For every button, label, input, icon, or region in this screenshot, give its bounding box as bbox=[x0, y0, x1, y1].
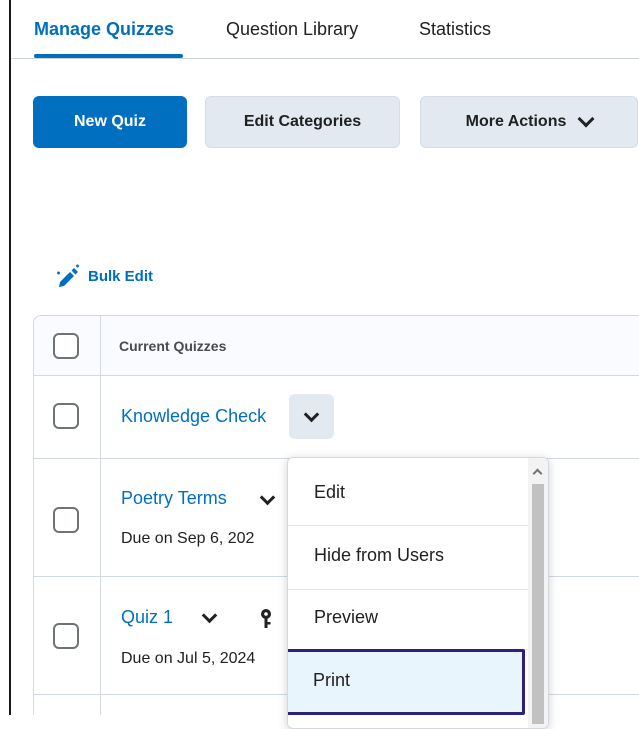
quiz-actions-menu: Edit Hide from Users Preview Print bbox=[287, 457, 549, 729]
more-actions-label: More Actions bbox=[465, 113, 567, 130]
row-checkbox-poetry-terms[interactable] bbox=[53, 507, 79, 533]
menu-item-edit[interactable]: Edit bbox=[288, 482, 528, 512]
tab-bar: Manage Quizzes Question Library Statisti… bbox=[11, 0, 639, 59]
menu-separator bbox=[288, 525, 528, 526]
menu-separator bbox=[288, 589, 528, 590]
row-checkbox-knowledge-check[interactable] bbox=[53, 403, 79, 429]
menu-item-preview[interactable]: Preview bbox=[288, 607, 528, 637]
scroll-up-arrow-icon[interactable] bbox=[532, 468, 543, 479]
active-tab-indicator bbox=[34, 54, 183, 58]
menu-item-print[interactable]: Print bbox=[288, 649, 525, 715]
current-quizzes-header: Current Quizzes bbox=[119, 338, 227, 354]
column-divider bbox=[100, 316, 101, 715]
quiz-1-chevron-down-icon[interactable] bbox=[201, 607, 218, 624]
pencil-icon bbox=[57, 264, 79, 287]
chevron-down-icon bbox=[577, 110, 595, 128]
quiz-link-quiz-1[interactable]: Quiz 1 bbox=[121, 607, 173, 628]
bulk-edit-button[interactable]: Bulk Edit bbox=[56, 264, 153, 288]
tab-statistics[interactable]: Statistics bbox=[419, 19, 491, 40]
quiz-1-due-date: Due on Jul 5, 2024 bbox=[121, 650, 256, 667]
chevron-down-icon bbox=[303, 406, 320, 423]
row-checkbox-quiz-1[interactable] bbox=[53, 623, 79, 649]
edit-categories-button[interactable]: Edit Categories bbox=[205, 96, 400, 148]
knowledge-check-actions-button[interactable] bbox=[289, 394, 334, 439]
scrollbar-thumb[interactable] bbox=[532, 484, 544, 724]
menu-item-hide-from-users[interactable]: Hide from Users bbox=[288, 545, 528, 575]
new-quiz-label: New Quiz bbox=[73, 113, 146, 130]
bulk-edit-label: Bulk Edit bbox=[88, 267, 154, 285]
tab-manage-quizzes[interactable]: Manage Quizzes bbox=[34, 19, 174, 40]
tab-question-library[interactable]: Question Library bbox=[226, 19, 358, 40]
table-header: Current Quizzes bbox=[34, 316, 639, 376]
edit-categories-label: Edit Categories bbox=[243, 113, 362, 130]
quiz-link-knowledge-check[interactable]: Knowledge Check bbox=[121, 406, 266, 427]
key-icon bbox=[261, 609, 271, 628]
new-quiz-button[interactable]: New Quiz bbox=[33, 96, 187, 148]
menu-scrollbar[interactable] bbox=[528, 458, 548, 728]
poetry-terms-chevron-down-icon[interactable] bbox=[259, 489, 276, 506]
quiz-link-poetry-terms[interactable]: Poetry Terms bbox=[121, 488, 227, 509]
select-all-checkbox[interactable] bbox=[53, 333, 79, 359]
more-actions-button[interactable]: More Actions bbox=[420, 96, 638, 148]
poetry-terms-due-date: Due on Sep 6, 202 bbox=[121, 530, 255, 547]
